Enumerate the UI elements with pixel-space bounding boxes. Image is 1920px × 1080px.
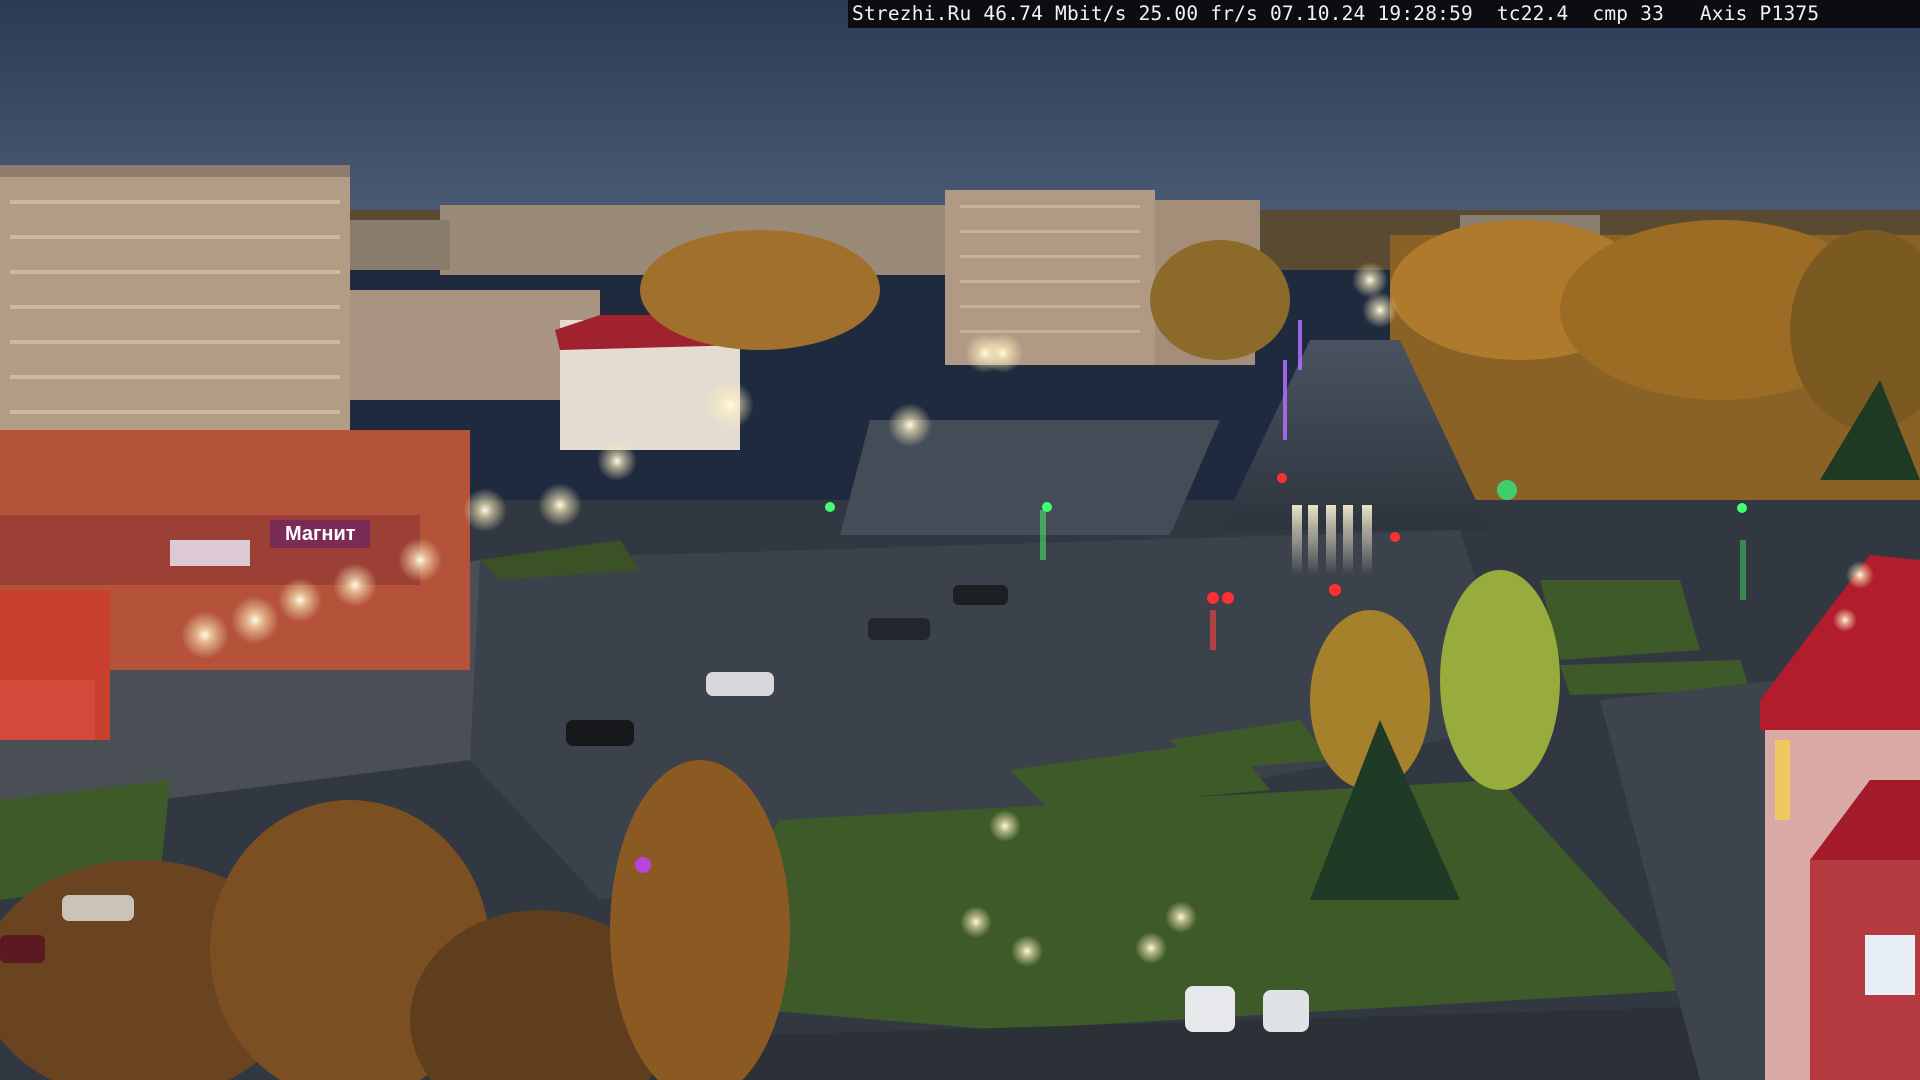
store-sign: Магнит: [285, 523, 356, 545]
overlay-bitrate: 46.74 Mbit/s: [983, 2, 1127, 25]
webcam-frame: Магнит Strezhi.Ru 46.74 Mbit/s 25.00 fr/…: [0, 0, 1920, 1080]
overlay-cmp: cmp 33: [1592, 2, 1665, 25]
overlay-frame-rate: 25.00 fr/s: [1138, 2, 1258, 25]
overlay-tc: tc22.4: [1496, 2, 1569, 25]
overlay-camera-model: Axis P1375: [1699, 2, 1820, 25]
overlay-site: Strezhi.Ru: [852, 2, 972, 25]
overlay-time: 19:28:59: [1377, 2, 1473, 25]
city-square-scene: Магнит: [0, 0, 1920, 1080]
overlay-date: 07.10.24: [1269, 2, 1366, 25]
camera-info-overlay: Strezhi.Ru 46.74 Mbit/s 25.00 fr/s 07.10…: [848, 0, 1920, 28]
